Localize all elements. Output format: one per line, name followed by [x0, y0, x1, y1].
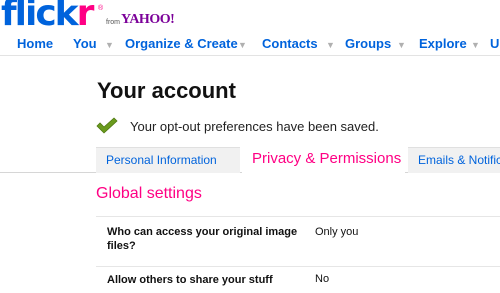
nav-organize-dropdown-icon[interactable]: ▼: [238, 34, 247, 56]
nav-you-dropdown-icon[interactable]: ▼: [105, 34, 114, 56]
logo-registered-mark: ®: [98, 5, 104, 12]
nav-upload[interactable]: U: [490, 36, 499, 51]
flickr-logo[interactable]: flickr: [1, 0, 95, 34]
nav-contacts[interactable]: Contacts: [262, 36, 318, 51]
tab-emails-notifications[interactable]: Emails & Notifications: [408, 147, 500, 173]
yahoo-logo: YAHOO!: [121, 12, 175, 27]
setting-value-link[interactable]: No: [315, 273, 329, 285]
settings-row-allow-sharing: Allow others to share your stuff No: [96, 266, 500, 293]
setting-label: Who can access your original image files…: [107, 226, 298, 252]
checkmark-icon: [96, 117, 118, 134]
settings-row-original-files: Who can access your original image files…: [96, 216, 500, 266]
account-tabs: Personal Information Privacy & Permissio…: [0, 147, 500, 174]
nav-contacts-dropdown-icon[interactable]: ▼: [326, 34, 335, 56]
section-title-global-settings: Global settings: [96, 185, 202, 202]
tab-privacy-permissions[interactable]: Privacy & Permissions: [242, 147, 405, 174]
logo-text-flick: flick: [1, 0, 79, 34]
nav-explore[interactable]: Explore: [419, 36, 467, 51]
header-logo-row: flickr ® from YAHOO!: [0, 0, 500, 34]
setting-label: Allow others to share your stuff: [107, 274, 273, 286]
nav-organize-create[interactable]: Organize & Create: [125, 36, 238, 51]
nav-groups-dropdown-icon[interactable]: ▼: [397, 34, 406, 56]
logo-text-r: r: [76, 0, 95, 34]
nav-you[interactable]: You: [73, 36, 97, 51]
setting-value-link[interactable]: Only you: [315, 226, 358, 238]
main-navigation: Home You ▼ Organize & Create ▼ Contacts …: [0, 34, 500, 56]
logo-from-text: from: [106, 19, 120, 26]
page-title: Your account: [97, 78, 236, 103]
nav-groups[interactable]: Groups: [345, 36, 391, 51]
nav-explore-dropdown-icon[interactable]: ▼: [471, 34, 480, 56]
confirmation-message: Your opt-out preferences have been saved…: [130, 119, 379, 134]
tab-personal-information[interactable]: Personal Information: [96, 147, 240, 173]
nav-home[interactable]: Home: [17, 36, 53, 51]
